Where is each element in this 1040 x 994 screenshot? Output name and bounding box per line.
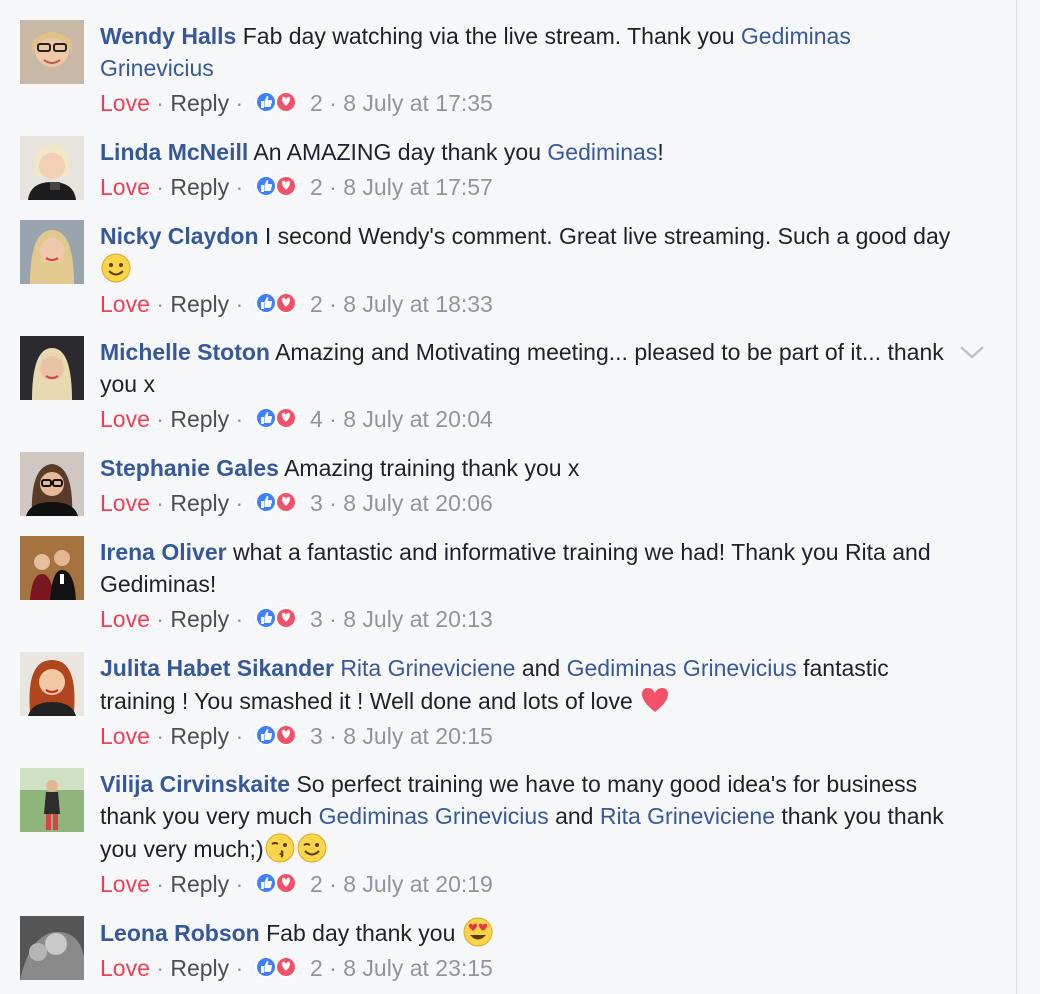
- reactions-icon[interactable]: [252, 404, 300, 432]
- timestamp[interactable]: 8 July at 18:33: [343, 291, 493, 317]
- reaction-count[interactable]: 2: [310, 955, 323, 981]
- reply-button[interactable]: Reply: [170, 291, 229, 317]
- avatar-icon[interactable]: [20, 536, 84, 600]
- avatar-icon[interactable]: [20, 220, 84, 284]
- love-button[interactable]: Love: [100, 955, 150, 981]
- avatar-icon[interactable]: [20, 20, 84, 84]
- reactions-icon[interactable]: [252, 953, 300, 981]
- commenter-name[interactable]: Stephanie Gales: [100, 455, 279, 481]
- timestamp[interactable]: 8 July at 20:06: [343, 490, 493, 516]
- reply-button[interactable]: Reply: [170, 955, 229, 981]
- reply-button[interactable]: Reply: [170, 606, 229, 632]
- commenter-name[interactable]: Wendy Halls: [100, 23, 236, 49]
- comment-text: and: [515, 655, 567, 681]
- reaction-count[interactable]: 3: [310, 490, 323, 516]
- reply-button[interactable]: Reply: [170, 871, 229, 897]
- commenter-name[interactable]: Leona Robson: [100, 920, 260, 946]
- chevron-down-icon[interactable]: [958, 342, 986, 362]
- reactions-icon[interactable]: [252, 488, 300, 516]
- comment-text: I second Wendy's comment. Great live str…: [264, 223, 951, 249]
- mention-link[interactable]: Gediminas: [547, 139, 657, 165]
- reply-button[interactable]: Reply: [170, 490, 229, 516]
- avatar-icon[interactable]: [20, 452, 84, 516]
- love-button[interactable]: Love: [100, 490, 150, 516]
- comment-text: !: [657, 139, 664, 165]
- reactions-icon[interactable]: [252, 88, 300, 116]
- love-button[interactable]: Love: [100, 406, 150, 432]
- kiss-emoji: [264, 832, 296, 864]
- mention-link[interactable]: Gediminas Grinevicius: [567, 655, 797, 681]
- timestamp[interactable]: 8 July at 17:35: [343, 90, 493, 116]
- reaction-count[interactable]: 3: [310, 723, 323, 749]
- commenter-name[interactable]: Julita Habet Sikander: [100, 655, 334, 681]
- love-button[interactable]: Love: [100, 90, 150, 116]
- comment-actions: Love · Reply · 3 · 8 July at 20:06: [100, 488, 493, 516]
- reply-button[interactable]: Reply: [170, 723, 229, 749]
- mention-link[interactable]: Rita Grineviciene: [340, 655, 515, 681]
- comment-actions: Love · Reply · 2 · 8 July at 20:19: [100, 869, 493, 897]
- timestamp[interactable]: 8 July at 20:19: [343, 871, 493, 897]
- reaction-count[interactable]: 2: [310, 871, 323, 897]
- comment-actions: Love · Reply · 2 · 8 July at 18:33: [100, 289, 493, 317]
- scroll-rail[interactable]: [1016, 0, 1040, 994]
- avatar-icon[interactable]: [20, 652, 84, 716]
- reaction-count[interactable]: 2: [310, 291, 323, 317]
- comment-actions: Love · Reply · 2 · 8 July at 17:35: [100, 88, 493, 116]
- smile-emoji: [100, 252, 132, 284]
- commenter-name[interactable]: Linda McNeill: [100, 139, 248, 165]
- reactions-icon[interactable]: [252, 604, 300, 632]
- comment-text: Amazing training thank you x: [284, 455, 580, 481]
- comment-actions: Love · Reply · 3 · 8 July at 20:13: [100, 604, 493, 632]
- reaction-count[interactable]: 2: [310, 174, 323, 200]
- reaction-count[interactable]: 3: [310, 606, 323, 632]
- commenter-name[interactable]: Irena Oliver: [100, 539, 227, 565]
- reactions-icon[interactable]: [252, 289, 300, 317]
- timestamp[interactable]: 8 July at 20:15: [343, 723, 493, 749]
- heart-emoji: [639, 684, 671, 716]
- reaction-count[interactable]: 4: [310, 406, 323, 432]
- avatar-icon[interactable]: [20, 136, 84, 200]
- comment-text: Fab day watching via the live stream. Th…: [242, 23, 741, 49]
- reply-button[interactable]: Reply: [170, 174, 229, 200]
- love-button[interactable]: Love: [100, 871, 150, 897]
- avatar-icon[interactable]: [20, 336, 84, 400]
- reply-button[interactable]: Reply: [170, 90, 229, 116]
- reaction-count[interactable]: 2: [310, 90, 323, 116]
- timestamp[interactable]: 8 July at 17:57: [343, 174, 493, 200]
- timestamp[interactable]: 8 July at 20:04: [343, 406, 493, 432]
- reactions-icon[interactable]: [252, 172, 300, 200]
- comment-actions: Love · Reply · 4 · 8 July at 20:04: [100, 404, 493, 432]
- heart-eyes-emoji: [462, 916, 494, 948]
- reactions-icon[interactable]: [252, 869, 300, 897]
- comment-actions: Love · Reply · 2 · 8 July at 23:15: [100, 953, 493, 981]
- timestamp[interactable]: 8 July at 23:15: [343, 955, 493, 981]
- avatar-icon[interactable]: [20, 768, 84, 832]
- timestamp[interactable]: 8 July at 20:13: [343, 606, 493, 632]
- mention-link[interactable]: Gediminas Grinevicius: [319, 803, 549, 829]
- love-button[interactable]: Love: [100, 723, 150, 749]
- commenter-name[interactable]: Nicky Claydon: [100, 223, 259, 249]
- mention-link[interactable]: Rita Grineviciene: [600, 803, 775, 829]
- love-button[interactable]: Love: [100, 174, 150, 200]
- reactions-icon[interactable]: [252, 721, 300, 749]
- commenter-name[interactable]: Vilija Cirvinskaite: [100, 771, 290, 797]
- wink-emoji: [296, 832, 328, 864]
- love-button[interactable]: Love: [100, 606, 150, 632]
- comment-actions: Love · Reply · 3 · 8 July at 20:15: [100, 721, 493, 749]
- comment-text: Fab day thank you: [266, 920, 462, 946]
- love-button[interactable]: Love: [100, 291, 150, 317]
- comment-actions: Love · Reply · 2 · 8 July at 17:57: [100, 172, 493, 200]
- reply-button[interactable]: Reply: [170, 406, 229, 432]
- comment-text: and: [548, 803, 600, 829]
- comment-text: An AMAZING day thank you: [253, 139, 548, 165]
- commenter-name[interactable]: Michelle Stoton: [100, 339, 270, 365]
- avatar-icon[interactable]: [20, 916, 84, 980]
